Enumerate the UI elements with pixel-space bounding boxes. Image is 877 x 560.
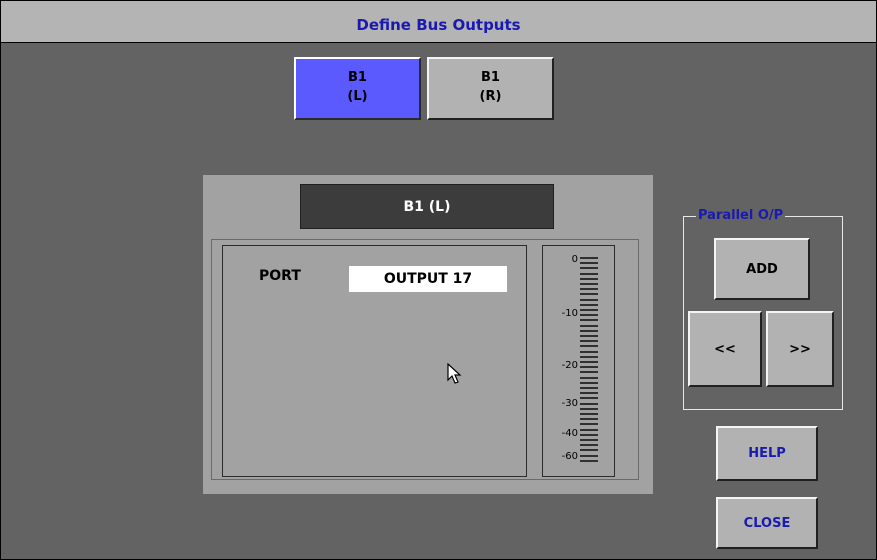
meter-segment	[580, 298, 598, 301]
meter-segment	[580, 288, 598, 291]
window-title: Define Bus Outputs	[1, 1, 876, 43]
meter-tick-60: -60	[561, 451, 578, 462]
meter-segment	[580, 381, 598, 384]
meter-segment	[580, 277, 598, 280]
meter-segment	[580, 314, 598, 317]
previous-button[interactable]: <<	[688, 311, 762, 387]
meter-segment	[580, 366, 598, 369]
meter-segment	[580, 309, 598, 311]
meter-segment	[580, 392, 598, 395]
bus-output-panel: B1 (L) PORT OUTPUT 17 0 -10 -20 -30 -40 …	[203, 175, 653, 494]
meter-segment	[580, 402, 598, 405]
meter-segment	[580, 433, 598, 436]
meter-segment	[580, 350, 598, 353]
meter-tick-30: -30	[561, 398, 578, 409]
meter-segment	[580, 407, 598, 410]
meter-segment	[580, 355, 598, 358]
port-meter-frame: PORT OUTPUT 17 0 -10 -20 -30 -40 -60	[211, 239, 639, 480]
bus-b1-right-label-line1: B1	[481, 70, 500, 85]
meter-segment	[580, 397, 598, 400]
meter-tick-0: 0	[571, 254, 578, 265]
meter-tick-20: -20	[561, 360, 578, 371]
level-meter: 0 -10 -20 -30 -40 -60	[542, 245, 615, 477]
panel-title: B1 (L)	[300, 184, 554, 229]
meter-segment	[580, 257, 598, 259]
meter-segment	[580, 329, 598, 332]
meter-segment	[580, 262, 598, 265]
meter-segment	[580, 361, 598, 363]
meter-segment	[580, 340, 598, 343]
meter-segment	[580, 454, 598, 457]
mouse-pointer-icon	[447, 363, 462, 384]
meter-segment	[580, 444, 598, 447]
meter-scale: 0 -10 -20 -30 -40 -60	[543, 246, 578, 476]
meter-segments	[580, 257, 598, 465]
parallel-op-label: Parallel O/P	[696, 208, 786, 223]
bus-b1-right-label-line2: (R)	[479, 89, 502, 104]
port-value-field[interactable]: OUTPUT 17	[349, 266, 507, 292]
meter-segment	[580, 293, 598, 296]
meter-tick-40: -40	[561, 428, 578, 439]
meter-segment	[580, 283, 598, 285]
port-label: PORT	[259, 268, 301, 284]
meter-segment	[580, 335, 598, 337]
next-button[interactable]: >>	[766, 311, 834, 387]
meter-segment	[580, 418, 598, 421]
bus-b1-left-button[interactable]: B1 (L)	[294, 57, 421, 120]
add-button[interactable]: ADD	[714, 238, 810, 300]
bus-b1-right-button[interactable]: B1 (R)	[427, 57, 554, 120]
meter-segment	[580, 371, 598, 374]
meter-segment	[580, 324, 598, 327]
close-button[interactable]: CLOSE	[716, 497, 818, 549]
bus-b1-left-label-line2: (L)	[347, 89, 368, 104]
meter-segment	[580, 319, 598, 322]
define-bus-outputs-dialog: Define Bus Outputs B1 (L) B1 (R) B1 (L) …	[0, 0, 877, 560]
port-area: PORT OUTPUT 17	[222, 245, 527, 477]
meter-segment	[580, 376, 598, 379]
meter-segment	[580, 387, 598, 389]
meter-segment	[580, 413, 598, 415]
meter-segment	[580, 423, 598, 426]
meter-segment	[580, 428, 598, 431]
meter-segment	[580, 459, 598, 462]
help-button[interactable]: HELP	[716, 426, 818, 481]
meter-segment	[580, 303, 598, 306]
meter-segment	[580, 439, 598, 441]
meter-segment	[580, 272, 598, 275]
meter-tick-10: -10	[561, 308, 578, 319]
meter-segment	[580, 267, 598, 270]
meter-segment	[580, 345, 598, 348]
meter-segment	[580, 449, 598, 452]
bus-b1-left-label-line1: B1	[348, 70, 367, 85]
